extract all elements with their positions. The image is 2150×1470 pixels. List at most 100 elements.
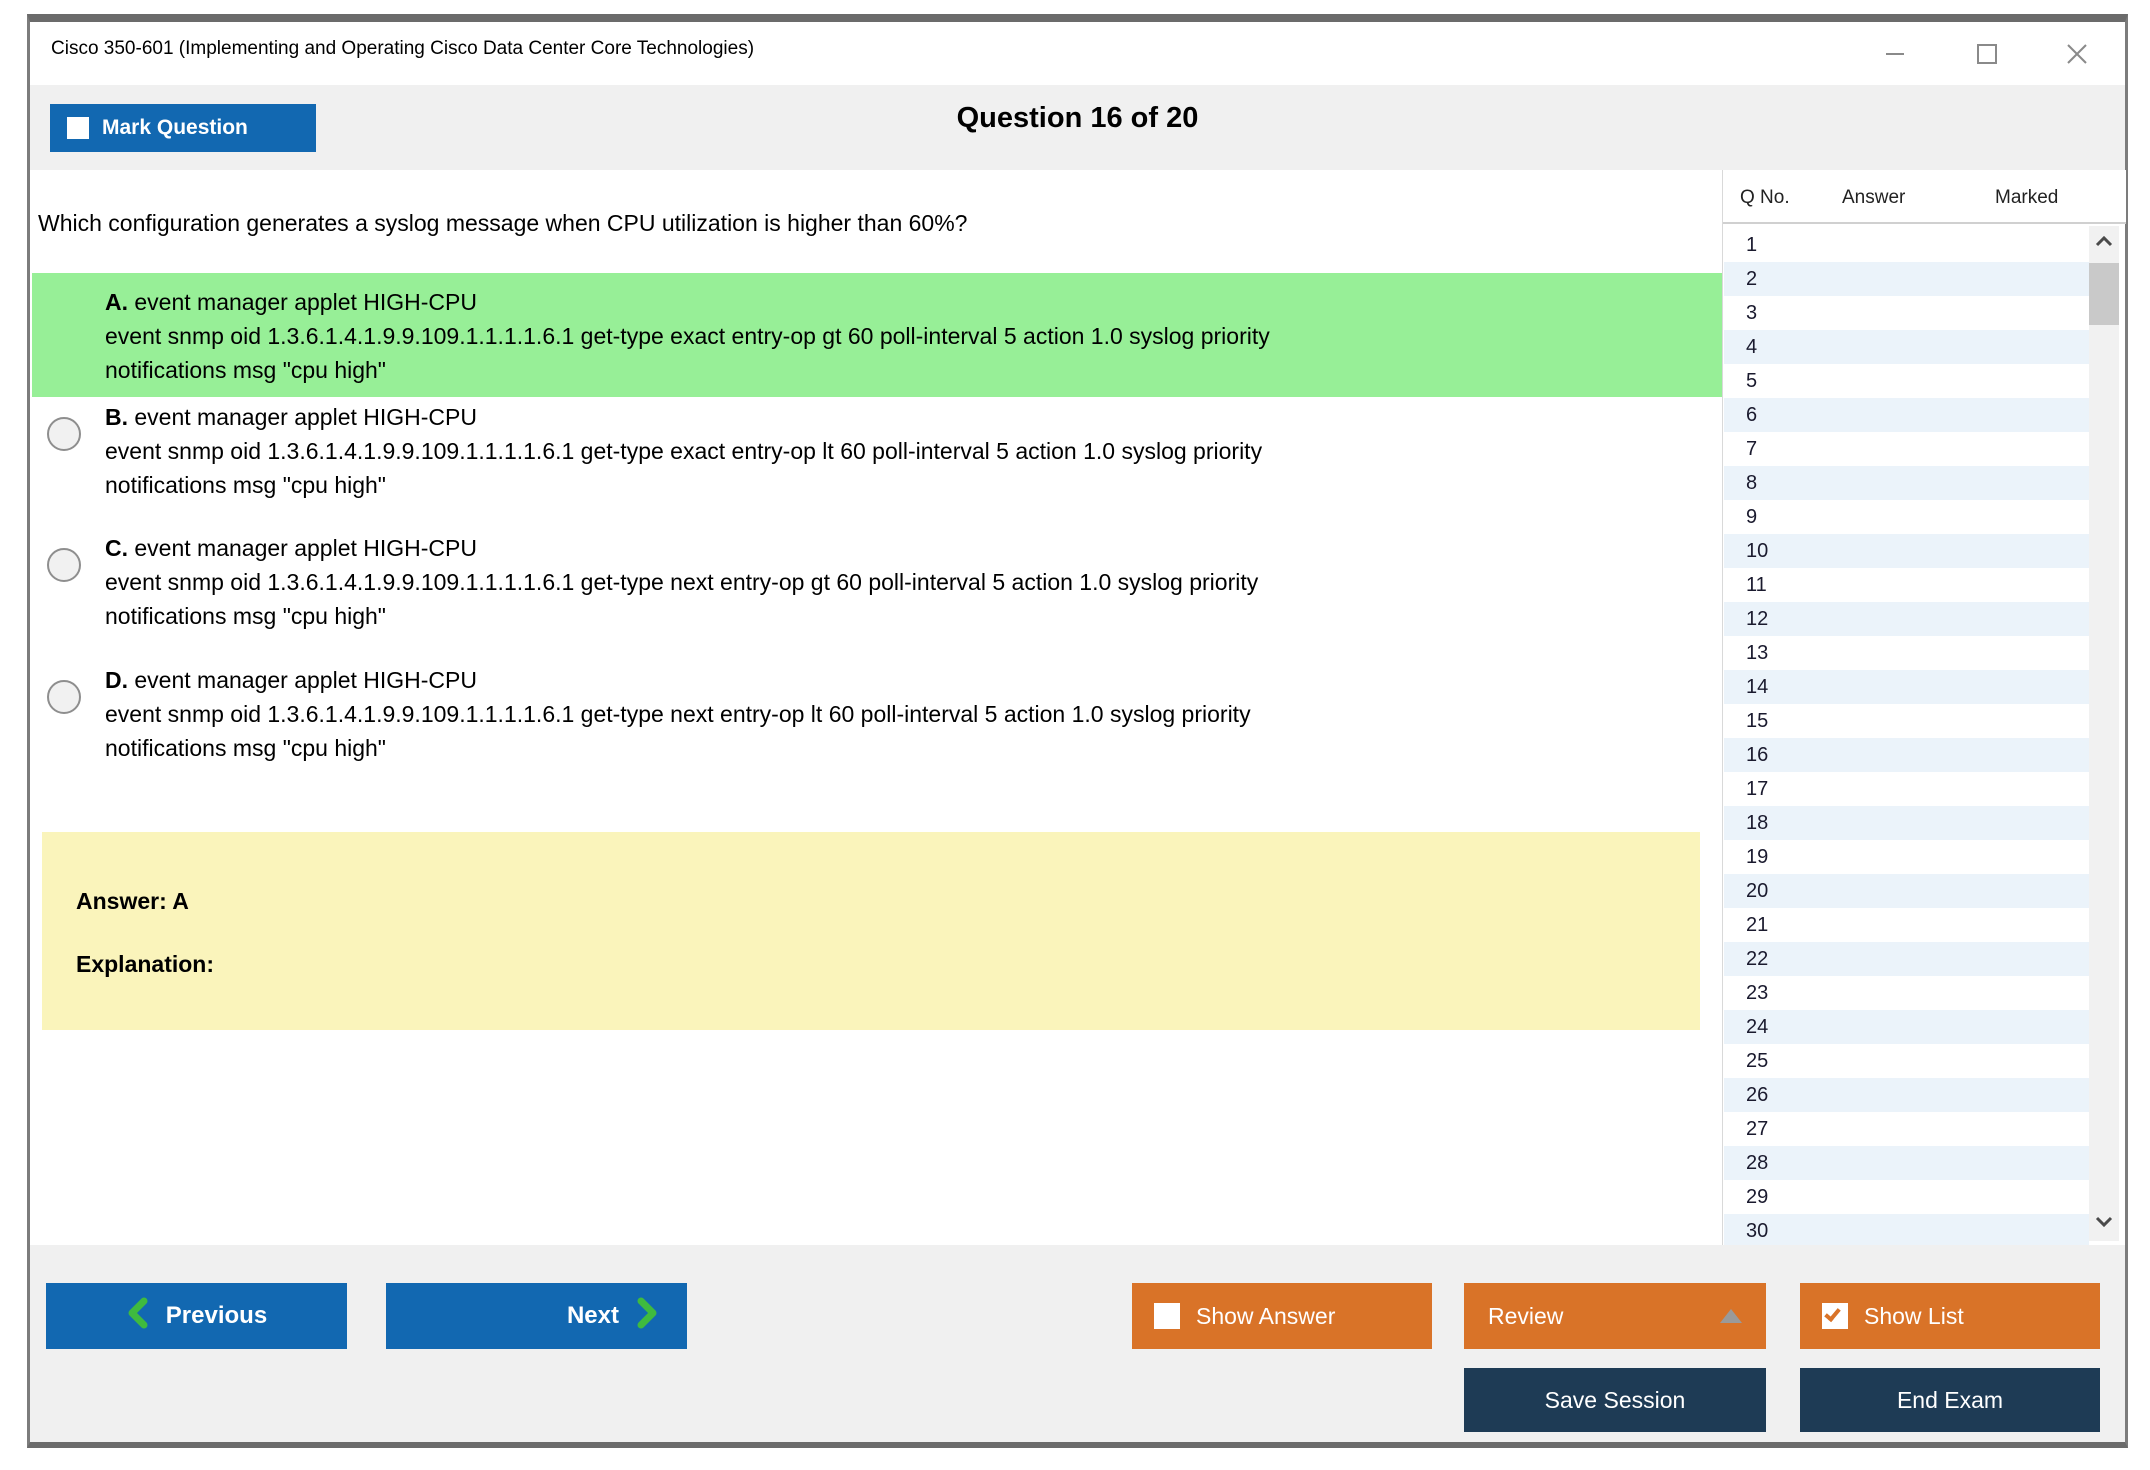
option-line2: event snmp oid 1.3.6.1.4.1.9.9.109.1.1.1… — [105, 438, 1263, 464]
option-d[interactable]: D. event manager applet HIGH-CPU event s… — [32, 663, 1730, 765]
option-line3: notifications msg "cpu high" — [105, 603, 386, 629]
check-icon — [1824, 1304, 1841, 1323]
scroll-up-button[interactable] — [2089, 226, 2119, 260]
option-line1: event manager applet HIGH-CPU — [134, 667, 477, 693]
show-answer-checkbox[interactable] — [1154, 1303, 1180, 1329]
question-list-row[interactable]: 4 — [1724, 330, 2089, 364]
show-list-checkbox[interactable] — [1822, 1303, 1848, 1329]
review-button[interactable]: Review — [1464, 1283, 1766, 1349]
answer-label: Answer: A — [76, 888, 189, 914]
question-list-row[interactable]: 23 — [1724, 976, 2089, 1010]
window-title: Cisco 350-601 (Implementing and Operatin… — [51, 38, 755, 59]
question-list-row[interactable]: 20 — [1724, 874, 2089, 908]
question-number: 2 — [1746, 267, 1758, 290]
question-number: 24 — [1746, 1015, 1769, 1038]
question-number: 3 — [1746, 301, 1758, 324]
option-letter: A. — [105, 289, 128, 315]
question-number: 26 — [1746, 1083, 1769, 1106]
save-session-button[interactable]: Save Session — [1464, 1368, 1766, 1432]
question-list-row[interactable]: 2 — [1724, 262, 2089, 296]
end-exam-label: End Exam — [1896, 1386, 2004, 1413]
question-list-row[interactable]: 6 — [1724, 398, 2089, 432]
show-list-label: Show List — [1864, 1302, 1964, 1329]
question-number: 28 — [1746, 1151, 1769, 1174]
question-number: 25 — [1746, 1049, 1769, 1072]
maximize-icon — [1973, 40, 2001, 68]
desktop: Cisco 350-601 (Implementing and Operatin… — [0, 0, 2150, 1470]
previous-label: Previous — [165, 1302, 268, 1329]
question-list-row[interactable]: 1 — [1724, 228, 2089, 262]
column-qno: Q No. — [1740, 187, 1790, 208]
option-line3: notifications msg "cpu high" — [105, 472, 386, 498]
question-list-row[interactable]: 14 — [1724, 670, 2089, 704]
question-list-panel: Q No. Answer Marked 1 2 3 4 5 6 7 8 9 10 11 12 13 14 1… — [1722, 170, 2126, 1248]
option-line3: notifications msg "cpu high" — [105, 735, 386, 761]
question-list-row[interactable]: 29 — [1724, 1180, 2089, 1214]
title-bar[interactable]: Cisco 350-601 (Implementing and Operatin… — [30, 22, 2125, 85]
question-number: 9 — [1746, 505, 1758, 528]
previous-button[interactable]: Previous — [46, 1283, 347, 1349]
option-line2: event snmp oid 1.3.6.1.4.1.9.9.109.1.1.1… — [105, 323, 1270, 349]
question-list-row[interactable]: 27 — [1724, 1112, 2089, 1146]
question-list-row[interactable]: 8 — [1724, 466, 2089, 500]
show-answer-button[interactable]: Show Answer — [1132, 1283, 1432, 1349]
question-counter: Question 16 of 20 — [956, 102, 1199, 134]
triangle-up-icon — [1720, 1309, 1742, 1323]
question-number: 16 — [1746, 743, 1769, 766]
question-list-row[interactable]: 26 — [1724, 1078, 2089, 1112]
question-list-row[interactable]: 9 — [1724, 500, 2089, 534]
option-a[interactable]: A. event manager applet HIGH-CPU event s… — [32, 273, 1730, 397]
save-session-label: Save Session — [1544, 1386, 1686, 1413]
option-line2: event snmp oid 1.3.6.1.4.1.9.9.109.1.1.1… — [105, 701, 1251, 727]
question-list-row[interactable]: 15 — [1724, 704, 2089, 738]
next-button[interactable]: Next — [386, 1283, 687, 1349]
minimize-button[interactable] — [1875, 34, 1915, 74]
question-list-row[interactable]: 13 — [1724, 636, 2089, 670]
question-list-row[interactable]: 3 — [1724, 296, 2089, 330]
chevron-right-icon — [637, 1297, 659, 1336]
scroll-down-button[interactable] — [2089, 1207, 2119, 1241]
question-list-row[interactable]: 25 — [1724, 1044, 2089, 1078]
question-list-row[interactable]: 22 — [1724, 942, 2089, 976]
question-list-row[interactable]: 28 — [1724, 1146, 2089, 1180]
column-marked: Marked — [1995, 187, 2059, 208]
end-exam-button[interactable]: End Exam — [1800, 1368, 2100, 1432]
question-list-header: Q No. Answer Marked — [1723, 170, 2126, 224]
question-list-scrollbar[interactable] — [2089, 226, 2119, 1241]
review-label: Review — [1488, 1302, 1564, 1329]
question-list-row[interactable]: 12 — [1724, 602, 2089, 636]
question-list-row[interactable]: 11 — [1724, 568, 2089, 602]
option-c[interactable]: C. event manager applet HIGH-CPU event s… — [32, 531, 1730, 633]
question-list-row[interactable]: 21 — [1724, 908, 2089, 942]
column-answer: Answer — [1842, 187, 1906, 208]
question-list-row[interactable]: 17 — [1724, 772, 2089, 806]
minimize-icon — [1881, 40, 1909, 68]
question-list-row[interactable]: 18 — [1724, 806, 2089, 840]
option-line2: event snmp oid 1.3.6.1.4.1.9.9.109.1.1.1… — [105, 569, 1259, 595]
question-number: 1 — [1746, 233, 1758, 256]
question-number: 19 — [1746, 845, 1769, 868]
close-button[interactable] — [2057, 34, 2097, 74]
answer-box: Answer: A Explanation: — [42, 832, 1700, 1030]
question-list-row[interactable]: 7 — [1724, 432, 2089, 466]
footer-bar: Previous Next Show Answer Review Show Li… — [30, 1245, 2125, 1442]
header-band: Mark Question Question 16 of 20 — [30, 85, 2125, 170]
question-number: 7 — [1746, 437, 1758, 460]
question-number: 12 — [1746, 607, 1769, 630]
show-list-button[interactable]: Show List — [1800, 1283, 2100, 1349]
question-number: 17 — [1746, 777, 1769, 800]
question-number: 22 — [1746, 947, 1769, 970]
question-list-row[interactable]: 30 — [1724, 1214, 2089, 1248]
question-list-row[interactable]: 24 — [1724, 1010, 2089, 1044]
scrollbar-thumb[interactable] — [2089, 263, 2119, 325]
question-list-row[interactable]: 16 — [1724, 738, 2089, 772]
question-list-row[interactable]: 10 — [1724, 534, 2089, 568]
question-list-row[interactable]: 19 — [1724, 840, 2089, 874]
question-number: 8 — [1746, 471, 1758, 494]
option-letter: C. — [105, 535, 128, 561]
question-number: 4 — [1746, 335, 1758, 358]
maximize-button[interactable] — [1967, 34, 2007, 74]
question-list-row[interactable]: 5 — [1724, 364, 2089, 398]
question-number: 23 — [1746, 981, 1769, 1004]
option-b[interactable]: B. event manager applet HIGH-CPU event s… — [32, 400, 1730, 502]
